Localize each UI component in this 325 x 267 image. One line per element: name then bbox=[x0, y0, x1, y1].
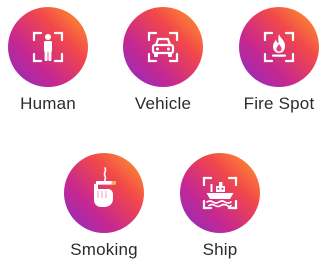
detection-label: Ship bbox=[202, 240, 238, 259]
smoking-hand-icon bbox=[94, 167, 116, 207]
detection-card-ship[interactable]: Ship bbox=[172, 153, 268, 260]
detection-card-smoking[interactable]: Smoking bbox=[56, 153, 152, 260]
vehicle-icon-badge bbox=[123, 7, 203, 87]
ship-icon-badge bbox=[180, 153, 260, 233]
detection-label: Fire Spot bbox=[243, 94, 315, 113]
fire-icon-badge bbox=[239, 7, 319, 87]
vehicle-icon bbox=[147, 31, 179, 63]
ship-icon bbox=[202, 176, 238, 210]
fire-icon bbox=[263, 31, 295, 63]
detection-label: Vehicle bbox=[134, 94, 192, 113]
smoking-icon-badge bbox=[64, 153, 144, 233]
human-icon-badge bbox=[8, 7, 88, 87]
detection-card-vehicle[interactable]: Vehicle bbox=[115, 7, 211, 114]
detection-card-fire-spot[interactable]: Fire Spot bbox=[231, 7, 325, 114]
detection-card-human[interactable]: Human bbox=[0, 7, 96, 114]
detection-label: Smoking bbox=[70, 240, 138, 259]
human-icon bbox=[32, 31, 64, 63]
detection-label: Human bbox=[20, 94, 76, 113]
